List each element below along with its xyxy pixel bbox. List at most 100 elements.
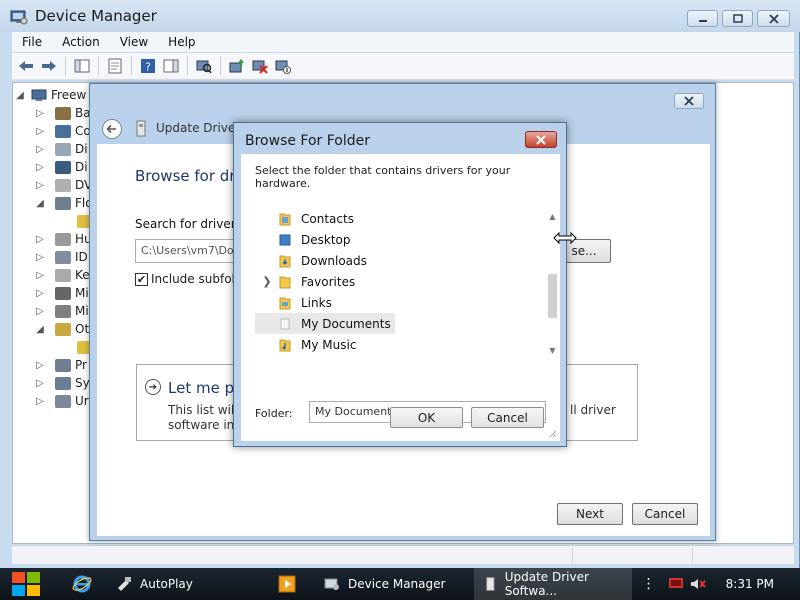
folder-item-downloads[interactable]: Downloads xyxy=(255,250,367,271)
option-text-right: ll driver xyxy=(570,403,616,417)
scroll-thumb[interactable] xyxy=(548,274,557,318)
expand-arrow-icon[interactable]: ▷ xyxy=(33,378,47,389)
close-button[interactable] xyxy=(757,10,790,27)
wizard-close-button[interactable] xyxy=(674,93,704,109)
device-category-icon xyxy=(55,358,71,372)
tree-node[interactable]: ▷ Co xyxy=(33,122,91,140)
internet-explorer-taskbar-button[interactable] xyxy=(62,568,106,600)
collapse-arrow-icon[interactable]: ◢ xyxy=(33,324,47,335)
system-tray: ⋮ 8:31 PM xyxy=(642,568,800,600)
expand-arrow-icon[interactable]: ▷ xyxy=(33,360,47,371)
resize-grip-icon[interactable] xyxy=(549,430,557,438)
help-button[interactable]: ? xyxy=(138,56,158,76)
clock[interactable]: 8:31 PM xyxy=(726,577,774,591)
console-tree-icon xyxy=(74,59,90,73)
device-category-icon xyxy=(55,250,71,264)
folder-item-contacts[interactable]: Contacts xyxy=(255,208,354,229)
expand-arrow-icon[interactable]: ▷ xyxy=(33,252,47,263)
tree-node-label: Di xyxy=(75,142,88,156)
tree-node[interactable]: ▷ Di xyxy=(33,140,88,158)
expand-arrow-icon[interactable]: ▷ xyxy=(33,270,47,281)
show-hide-console-tree-button[interactable] xyxy=(72,56,92,76)
device-category-icon xyxy=(55,394,71,408)
uninstall-button[interactable] xyxy=(250,56,270,76)
folder-item-favorites[interactable]: ❯ Favorites xyxy=(255,271,355,292)
expand-arrow-icon[interactable]: ▷ xyxy=(33,306,47,317)
device-manager-taskbar-button[interactable]: Device Manager xyxy=(314,568,468,600)
tree-node[interactable]: ▷ Hu xyxy=(33,230,92,248)
media-taskbar-button[interactable] xyxy=(268,568,312,600)
tree-node[interactable]: ▷ Mi xyxy=(33,284,89,302)
minimize-button[interactable] xyxy=(687,10,718,27)
expand-arrow-icon[interactable]: ▷ xyxy=(33,126,47,137)
volume-muted-icon[interactable] xyxy=(690,576,706,592)
tree-node[interactable]: ▷ Pr xyxy=(33,356,87,374)
folder-item-links[interactable]: Links xyxy=(255,292,332,313)
scroll-down-icon[interactable]: ▼ xyxy=(544,342,561,359)
network-warning-icon[interactable] xyxy=(668,576,684,592)
folder-label: Folder: xyxy=(255,407,293,420)
tree-node[interactable]: ▷ Ur xyxy=(33,392,89,410)
tree-node[interactable]: ▷ Ba xyxy=(33,104,90,122)
tray-overflow-icon[interactable]: ⋮ xyxy=(642,576,656,592)
wizard-cancel-button[interactable]: Cancel xyxy=(632,503,698,525)
expand-arrow-icon[interactable]: ▷ xyxy=(33,288,47,299)
menu-file[interactable]: File xyxy=(12,35,52,49)
tree-node-label: ID xyxy=(75,250,88,264)
tree-node[interactable]: ▷ Ke xyxy=(33,266,90,284)
folder-item-my-music[interactable]: My Music xyxy=(255,334,356,355)
maximize-button[interactable] xyxy=(722,10,753,27)
include-subfolders-checkbox[interactable]: ✔ xyxy=(135,272,148,286)
device-category-icon xyxy=(55,232,71,246)
folder-item-desktop[interactable]: Desktop xyxy=(255,229,351,250)
update-driver-button[interactable] xyxy=(227,56,247,76)
tree-node-label: Ke xyxy=(75,268,90,282)
documents-folder-icon xyxy=(280,318,290,329)
tree-node[interactable]: ▷ Di xyxy=(33,158,87,176)
wizard-back-button[interactable] xyxy=(102,119,122,139)
menu-action[interactable]: Action xyxy=(52,35,110,49)
menu-view[interactable]: View xyxy=(110,35,158,49)
device-category-icon xyxy=(55,178,71,192)
tree-node[interactable]: ▷ Mi xyxy=(33,302,89,320)
show-action-pane-button[interactable] xyxy=(161,56,181,76)
taskbar-item-label: Device Manager xyxy=(348,577,446,591)
disable-button[interactable] xyxy=(273,56,293,76)
expand-arrow-icon[interactable]: ▷ xyxy=(33,162,47,173)
include-subfolders-label: Include subfold xyxy=(151,272,243,286)
expand-arrow-icon[interactable]: ▷ xyxy=(33,144,47,155)
tree-node[interactable]: ◢ Flo xyxy=(33,194,92,212)
dialog-close-button[interactable] xyxy=(525,131,557,148)
windows-start-icon[interactable] xyxy=(10,570,43,598)
folder-tree[interactable]: Contacts Desktop Downloads ❯ Favorites L… xyxy=(255,208,557,360)
menu-bar: File Action View Help xyxy=(12,32,794,52)
tree-node[interactable]: ▷ ID xyxy=(33,248,88,266)
scan-hardware-button[interactable] xyxy=(194,56,214,76)
menu-help[interactable]: Help xyxy=(158,35,205,49)
tree-node[interactable]: ◢ Ot xyxy=(33,320,89,338)
tree-root[interactable]: ◢ Freew xyxy=(13,86,86,104)
tree-node[interactable]: ▷ DV xyxy=(33,176,92,194)
title-bar[interactable]: Device Manager xyxy=(0,0,800,32)
forward-button[interactable] xyxy=(39,56,59,76)
next-button[interactable]: Next xyxy=(557,503,623,525)
expand-arrow-icon[interactable]: ▷ xyxy=(33,234,47,245)
ok-button[interactable]: OK xyxy=(390,407,463,428)
properties-button[interactable] xyxy=(105,56,125,76)
update-driver-taskbar-button[interactable]: Update Driver Softwa... xyxy=(474,568,632,600)
expand-arrow-icon[interactable]: ▷ xyxy=(33,180,47,191)
collapse-arrow-icon[interactable]: ◢ xyxy=(33,198,47,209)
include-subfolders-row[interactable]: ✔ Include subfold xyxy=(135,272,243,286)
scroll-up-icon[interactable]: ▲ xyxy=(544,208,561,225)
back-button[interactable] xyxy=(16,56,36,76)
expand-chevron-icon[interactable]: ❯ xyxy=(255,275,279,288)
autoplay-taskbar-button[interactable]: AutoPlay xyxy=(106,568,264,600)
minimize-icon xyxy=(698,19,707,22)
expand-arrow-icon[interactable]: ▷ xyxy=(33,396,47,407)
collapse-arrow-icon[interactable]: ◢ xyxy=(13,90,27,101)
tree-node[interactable]: ▷ Sy xyxy=(33,374,90,392)
folder-item-my-documents[interactable]: My Documents xyxy=(255,313,395,334)
dialog-cancel-button[interactable]: Cancel xyxy=(471,407,544,428)
expand-arrow-icon[interactable]: ▷ xyxy=(33,108,47,119)
scan-hardware-icon xyxy=(196,60,212,74)
